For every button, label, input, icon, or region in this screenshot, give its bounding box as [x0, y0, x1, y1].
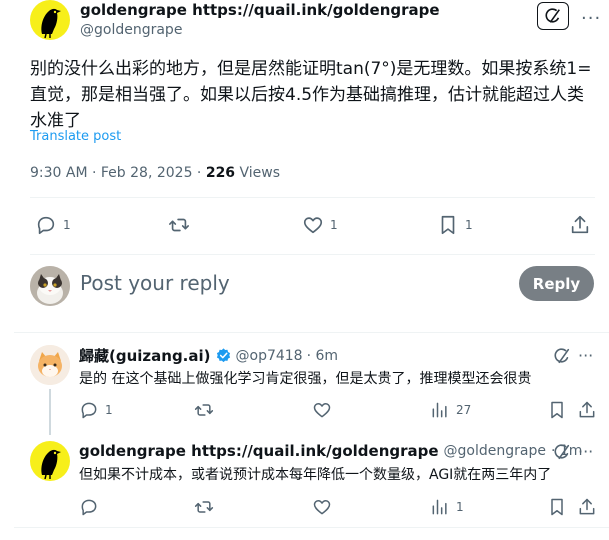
reply-icon — [81, 402, 97, 419]
views-count: 27 — [456, 403, 472, 417]
grok-icon[interactable] — [553, 347, 571, 369]
reply-submit-button[interactable]: Reply — [519, 266, 594, 301]
heart-icon — [313, 403, 331, 418]
reply-header: goldengrape https://quail.ink/goldengrap… — [79, 442, 582, 460]
current-user-avatar[interactable] — [30, 266, 70, 306]
reply-author-handle[interactable]: @goldengrape — [444, 443, 546, 459]
heart-icon — [313, 500, 331, 515]
reply-header: 歸藏(guizang.ai) @op7418 · 6m — [79, 345, 338, 366]
share-icon — [571, 215, 589, 234]
repost-icon — [194, 501, 214, 513]
grok-icon[interactable] — [553, 443, 571, 465]
author-avatar[interactable] — [30, 0, 70, 40]
reply-action[interactable] — [79, 497, 99, 517]
thread-line — [49, 389, 51, 435]
analytics-icon — [432, 499, 447, 515]
bookmark-icon — [551, 401, 563, 419]
post-time[interactable]: 9:30 AM · Feb 28, 2025 · — [30, 165, 206, 181]
post-timestamp[interactable]: 9:30 AM · Feb 28, 2025 · 226 Views — [30, 165, 280, 181]
share-icon — [579, 498, 595, 515]
repost-action[interactable] — [194, 400, 214, 420]
share-action[interactable] — [577, 400, 597, 420]
bookmark-icon — [551, 498, 563, 516]
reply-text: 但如果不计成本，或者说预计成本每年降低一个数量级，AGI就在两三年内了 — [79, 467, 552, 483]
reply-action[interactable]: 1 — [79, 400, 113, 420]
author-name[interactable]: goldengrape https://quail.ink/goldengrap… — [80, 1, 440, 19]
reply-text: 是的 在这个基础上做强化学习肯定很强，但是太贵了，推理模型还会很贵 — [79, 371, 532, 387]
reply-author-handle[interactable]: @op7418 — [236, 348, 303, 364]
like-action[interactable] — [312, 400, 332, 420]
analytics-icon — [432, 402, 447, 418]
post-text: 别的没什么出彩的地方，但是居然能证明tan(7°)是无理数。如果按系统1=直觉，… — [30, 59, 592, 131]
reply-avatar[interactable] — [30, 345, 70, 385]
views-action[interactable]: 27 — [430, 400, 471, 420]
repost-action[interactable] — [194, 497, 214, 517]
views-action[interactable]: 1 — [430, 497, 464, 517]
repost-icon — [194, 404, 214, 416]
bookmark-action[interactable] — [547, 497, 567, 517]
like-count: 1 — [330, 218, 338, 232]
reply-icon — [37, 216, 55, 235]
reply-icon — [81, 499, 97, 516]
heart-icon — [303, 217, 323, 234]
views-count: 1 — [456, 500, 464, 514]
verified-badge-icon — [216, 348, 230, 363]
reply-action[interactable]: 1 — [35, 214, 71, 236]
author-handle[interactable]: @goldengrape — [80, 22, 182, 38]
reply-time[interactable]: · 6m — [307, 348, 338, 364]
more-options-icon[interactable]: ··· — [578, 346, 593, 365]
share-action[interactable] — [569, 214, 591, 236]
like-action[interactable] — [312, 497, 332, 517]
views-label: Views — [235, 165, 281, 181]
bookmark-icon — [441, 215, 455, 235]
bookmark-count: 1 — [465, 218, 473, 232]
bookmark-action[interactable] — [547, 400, 567, 420]
views-count: 226 — [205, 165, 236, 181]
reply-author-name[interactable]: 歸藏(guizang.ai) — [79, 345, 211, 366]
reply-avatar[interactable] — [30, 441, 70, 481]
reply-author-name[interactable]: goldengrape https://quail.ink/goldengrap… — [79, 442, 439, 460]
share-action[interactable] — [577, 497, 597, 517]
translate-post-link[interactable]: Translate post — [30, 129, 121, 144]
repost-icon — [169, 218, 189, 232]
repost-action[interactable] — [168, 214, 196, 236]
grok-icon[interactable] — [537, 2, 569, 30]
share-icon — [579, 401, 595, 418]
more-options-icon[interactable]: ··· — [581, 8, 601, 29]
bookmark-action[interactable]: 1 — [437, 214, 473, 236]
reply-count: 1 — [105, 403, 113, 417]
like-action[interactable]: 1 — [302, 214, 338, 236]
reply-count: 1 — [63, 218, 71, 232]
more-options-icon[interactable]: ··· — [578, 442, 593, 461]
reply-composer-input[interactable]: Post your reply — [80, 271, 230, 295]
